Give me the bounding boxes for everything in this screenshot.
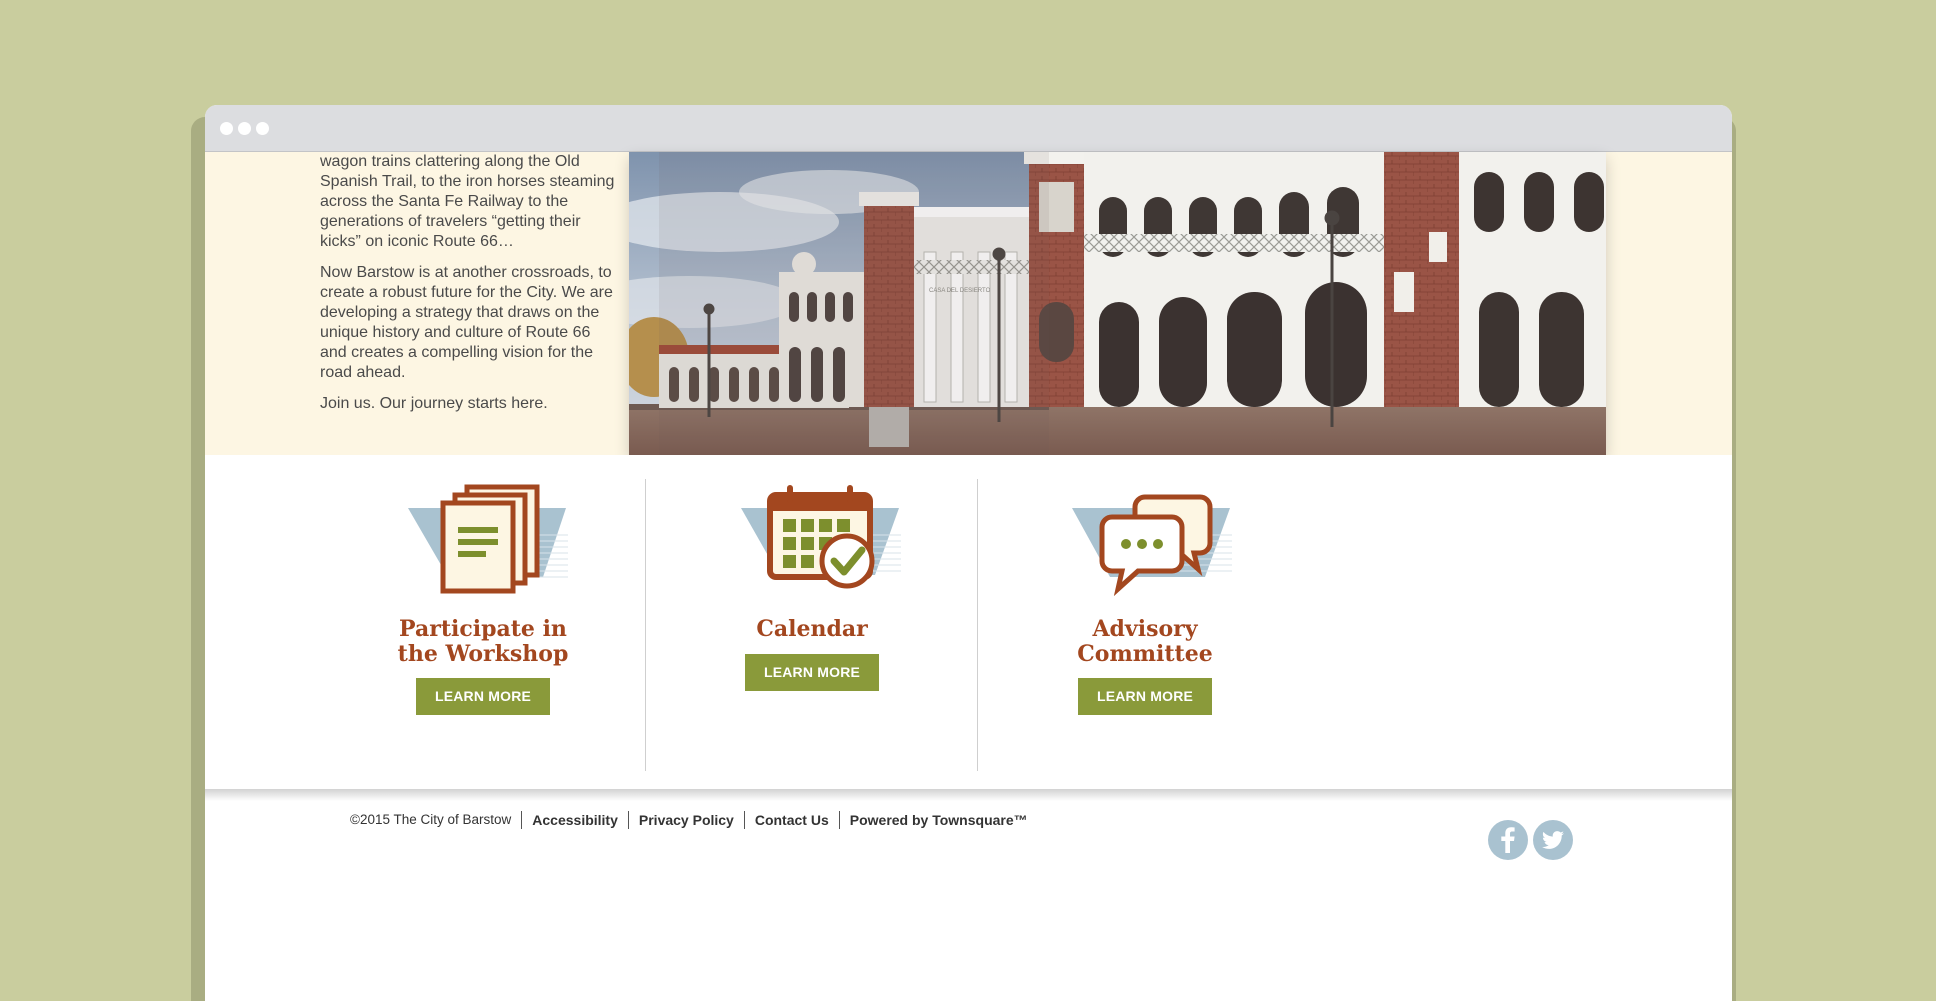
card-title-line1: Advisory (1092, 616, 1198, 642)
learn-more-button-workshop[interactable]: LEARN MORE (416, 678, 550, 715)
window-maximize-button[interactable] (256, 122, 269, 135)
copyright-text: ©2015 The City of Barstow (350, 812, 512, 827)
facebook-icon[interactable] (1488, 820, 1528, 860)
card-title-line2: the Workshop (397, 641, 569, 667)
intro-paragraph-2: Now Barstow is at another crossroads, to… (320, 264, 613, 381)
card-workshop: Participate in the Workshop LEARN MORE (313, 475, 653, 755)
documents-icon (388, 475, 578, 605)
intro-paragraph-3: Join us. Our journey starts here. (320, 395, 548, 412)
card-advisory-committee: Advisory Committee LEARN MORE (975, 475, 1315, 755)
footer-link-contact-us[interactable]: Contact Us (745, 811, 839, 829)
footer-separator (205, 789, 1732, 801)
window-close-button[interactable] (220, 122, 233, 135)
hero-photo: CASA DEL DESIERTO (629, 152, 1606, 455)
intro-text: wagon trains clattering along the Old Sp… (320, 152, 620, 425)
calendar-icon (717, 475, 907, 605)
footer-link-accessibility[interactable]: Accessibility (522, 811, 628, 829)
footer-links: ©2015 The City of Barstow Accessibility … (350, 811, 1038, 829)
footer: ©2015 The City of Barstow Accessibility … (205, 801, 1732, 1001)
card-calendar: Calendar LEARN MORE (642, 475, 982, 755)
footer-link-powered-by[interactable]: Powered by Townsquare™ (840, 811, 1038, 829)
learn-more-button-advisory[interactable]: LEARN MORE (1078, 678, 1212, 715)
card-title-line1: Calendar (756, 616, 868, 642)
window-minimize-button[interactable] (238, 122, 251, 135)
intro-paragraph-1: wagon trains clattering along the Old Sp… (320, 153, 615, 250)
hero-section: wagon trains clattering along the Old Sp… (205, 152, 1732, 455)
chat-bubbles-icon (1050, 475, 1240, 605)
twitter-icon[interactable] (1533, 820, 1573, 860)
browser-titlebar (205, 105, 1732, 152)
card-title-line2: Committee (1077, 641, 1213, 667)
learn-more-button-calendar[interactable]: LEARN MORE (745, 654, 879, 691)
card-title-line1: Participate in (399, 616, 567, 642)
footer-link-privacy-policy[interactable]: Privacy Policy (629, 811, 744, 829)
browser-window: wagon trains clattering along the Old Sp… (205, 105, 1732, 1001)
